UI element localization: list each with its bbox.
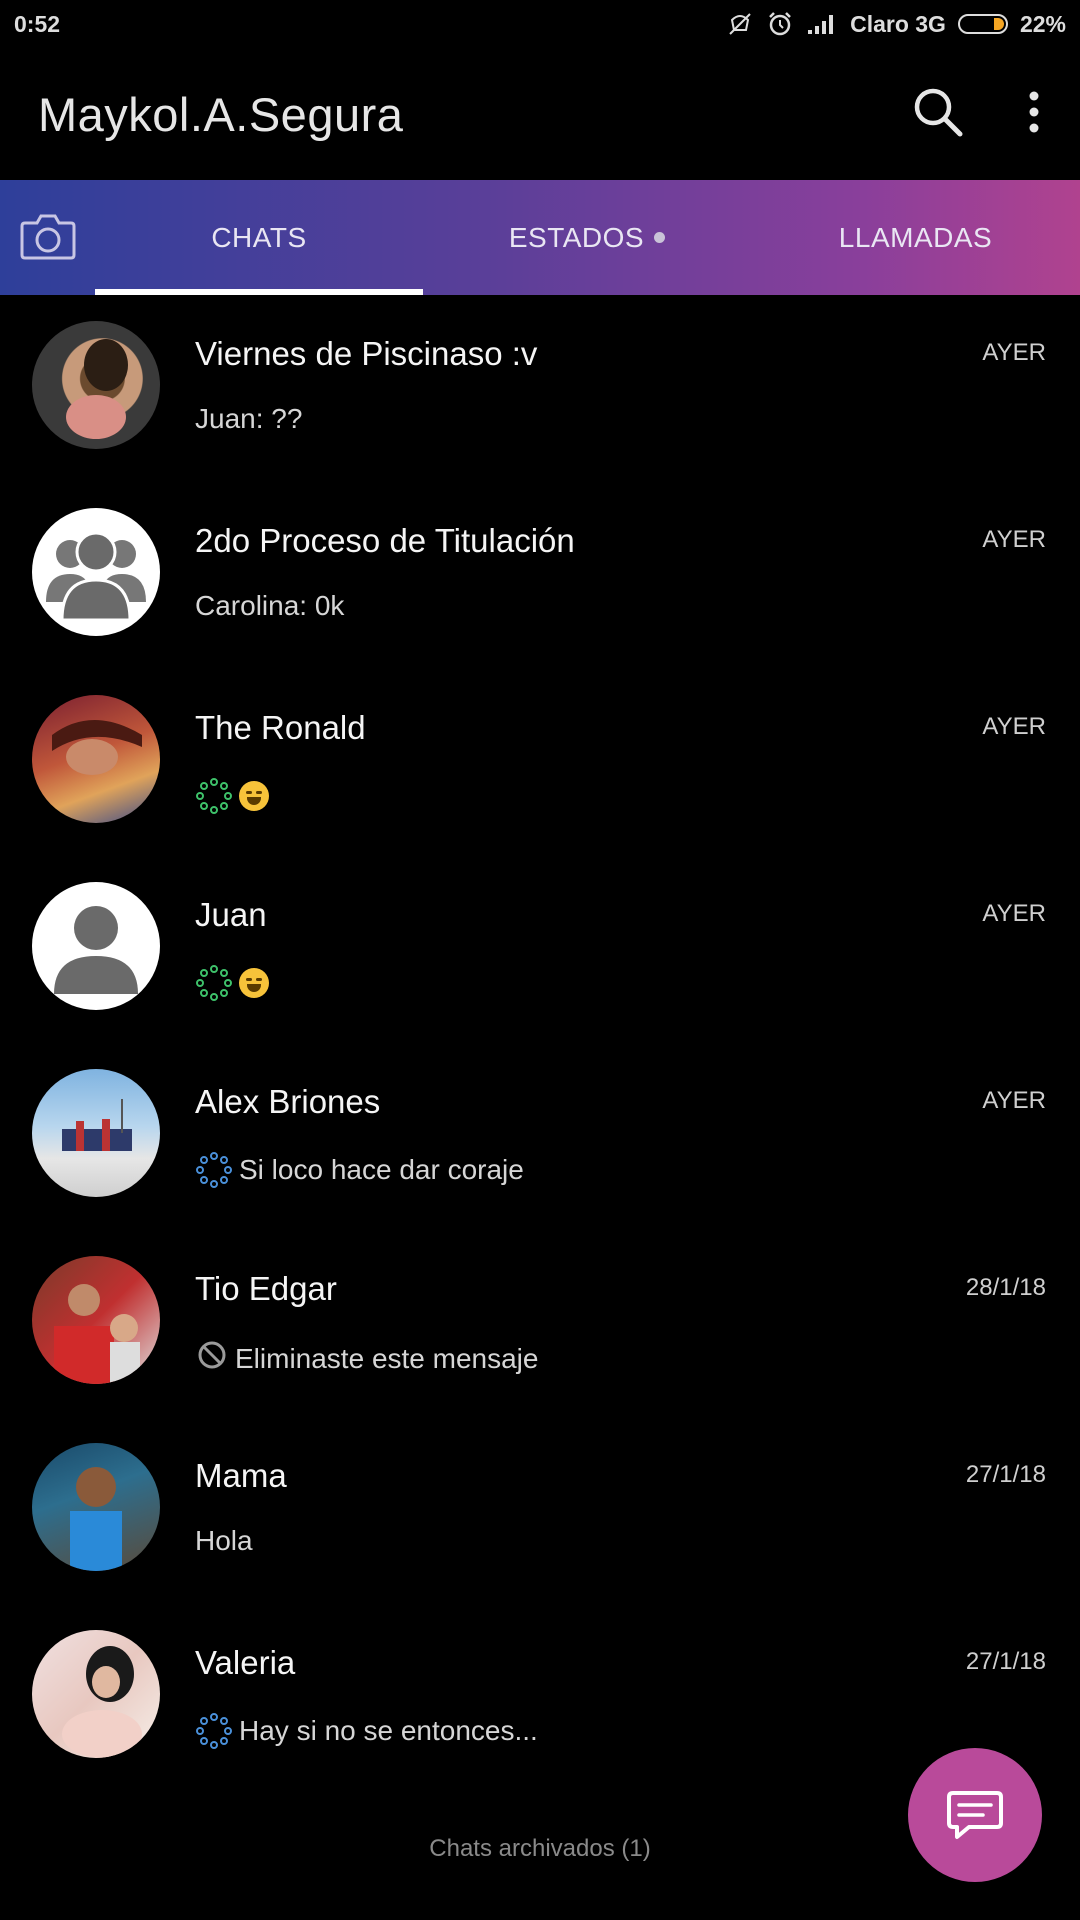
chat-message: Juan: ??: [195, 403, 303, 434]
chat-time: 27/1/18: [965, 1648, 1046, 1675]
more-vert-icon[interactable]: [1026, 90, 1042, 139]
app-bar: Maykol.A.Segura: [0, 48, 1080, 180]
tab-estados-label: ESTADOS: [508, 221, 645, 253]
chat-row[interactable]: 2do Proceso de Titulación AYER Carolina:…: [0, 482, 1080, 669]
camera-tab[interactable]: [0, 180, 95, 295]
chat-preview: [195, 777, 269, 815]
avatar[interactable]: [32, 695, 160, 823]
pending-status-icon: [195, 964, 233, 1002]
tab-llamadas-label: LLAMADAS: [838, 221, 993, 253]
chat-time: AYER: [982, 339, 1046, 366]
new-chat-icon: [943, 1781, 1007, 1850]
chat-preview: Hay si no se entonces...: [195, 1712, 538, 1750]
group-placeholder-icon: [46, 531, 146, 622]
carrier-label: Claro 3G: [850, 10, 946, 37]
chat-row[interactable]: The Ronald AYER: [0, 669, 1080, 856]
chat-name: Viernes de Piscinaso :v: [195, 335, 538, 372]
chat-name: Valeria: [195, 1644, 296, 1681]
chat-preview: Si loco hace dar coraje: [195, 1151, 524, 1189]
avatar[interactable]: [32, 1069, 160, 1197]
chat-preview: Juan: ??: [195, 403, 302, 435]
tab-chats-label: CHATS: [211, 221, 307, 253]
chat-list: Viernes de Piscinaso :v AYER Juan: ?? 2d…: [0, 295, 1080, 1791]
chat-preview: Carolina: 0k: [195, 590, 344, 622]
chat-time: AYER: [982, 526, 1046, 553]
pending-status-icon: [195, 1712, 233, 1750]
chat-time: 27/1/18: [965, 1461, 1046, 1488]
chat-row[interactable]: Mama 27/1/18 Hola: [0, 1417, 1080, 1604]
status-update-dot: [654, 232, 666, 243]
chat-message: Hola: [195, 1525, 253, 1556]
chat-name: The Ronald: [195, 709, 366, 746]
signal-icon: [806, 12, 838, 36]
chat-name: Mama: [195, 1457, 287, 1494]
chat-message: Eliminaste este mensaje: [235, 1342, 539, 1374]
chat-time: AYER: [982, 1087, 1046, 1114]
avatar[interactable]: [32, 1443, 160, 1571]
chat-message: Carolina: 0k: [195, 590, 345, 621]
tab-llamadas[interactable]: LLAMADAS: [751, 180, 1080, 295]
status-icons: Claro 3G 22%: [726, 10, 1066, 38]
chat-name: Tio Edgar: [195, 1270, 337, 1307]
chat-name: Juan: [195, 896, 267, 933]
chat-row[interactable]: Tio Edgar 28/1/18 Eliminaste este mensaj…: [0, 1230, 1080, 1417]
avatar[interactable]: [32, 508, 160, 636]
vibrate-off-icon: [726, 10, 754, 38]
app-title: Maykol.A.Segura: [38, 87, 404, 141]
chat-preview: Eliminaste este mensaje: [195, 1338, 538, 1379]
new-chat-button[interactable]: [908, 1748, 1042, 1882]
tab-bar: CHATS ESTADOS LLAMADAS: [0, 180, 1080, 295]
chat-message: Hay si no se entonces...: [239, 1715, 538, 1746]
avatar[interactable]: [32, 1256, 160, 1384]
status-time: 0:52: [14, 10, 61, 37]
status-bar: 0:52 Claro 3G 22%: [0, 0, 1080, 48]
chat-name: Alex Briones: [195, 1083, 381, 1120]
chat-row[interactable]: Alex Briones AYER Si loco hace dar coraj…: [0, 1043, 1080, 1230]
tab-estados[interactable]: ESTADOS: [423, 180, 751, 295]
chat-time: AYER: [982, 900, 1046, 927]
search-icon[interactable]: [910, 84, 966, 145]
chat-name: 2do Proceso de Titulación: [195, 522, 575, 559]
chat-time: 28/1/18: [965, 1274, 1046, 1301]
alarm-icon: [766, 10, 794, 38]
pending-status-icon: [195, 777, 233, 815]
camera-icon: [19, 209, 77, 266]
sobbing-face-icon: [239, 781, 269, 811]
chat-preview: [195, 964, 269, 1002]
chat-preview: Hola: [195, 1525, 253, 1557]
chat-time: AYER: [982, 713, 1046, 740]
battery-icon: [957, 14, 1008, 34]
avatar[interactable]: [32, 1630, 160, 1758]
chat-row[interactable]: Viernes de Piscinaso :v AYER Juan: ??: [0, 295, 1080, 482]
avatar[interactable]: [32, 321, 160, 449]
chat-row[interactable]: Valeria 27/1/18 Hay si no se entonces...: [0, 1604, 1080, 1791]
battery-percent: 22%: [1019, 10, 1066, 37]
sweat-smile-face-icon: [239, 968, 269, 998]
chat-row[interactable]: Juan AYER: [0, 856, 1080, 1043]
chat-message: Si loco hace dar coraje: [239, 1154, 524, 1185]
pending-status-icon: [195, 1151, 233, 1189]
tab-chats[interactable]: CHATS: [95, 180, 423, 295]
avatar[interactable]: [32, 882, 160, 1010]
deleted-message-icon: [195, 1338, 229, 1379]
person-placeholder-icon: [54, 906, 138, 994]
